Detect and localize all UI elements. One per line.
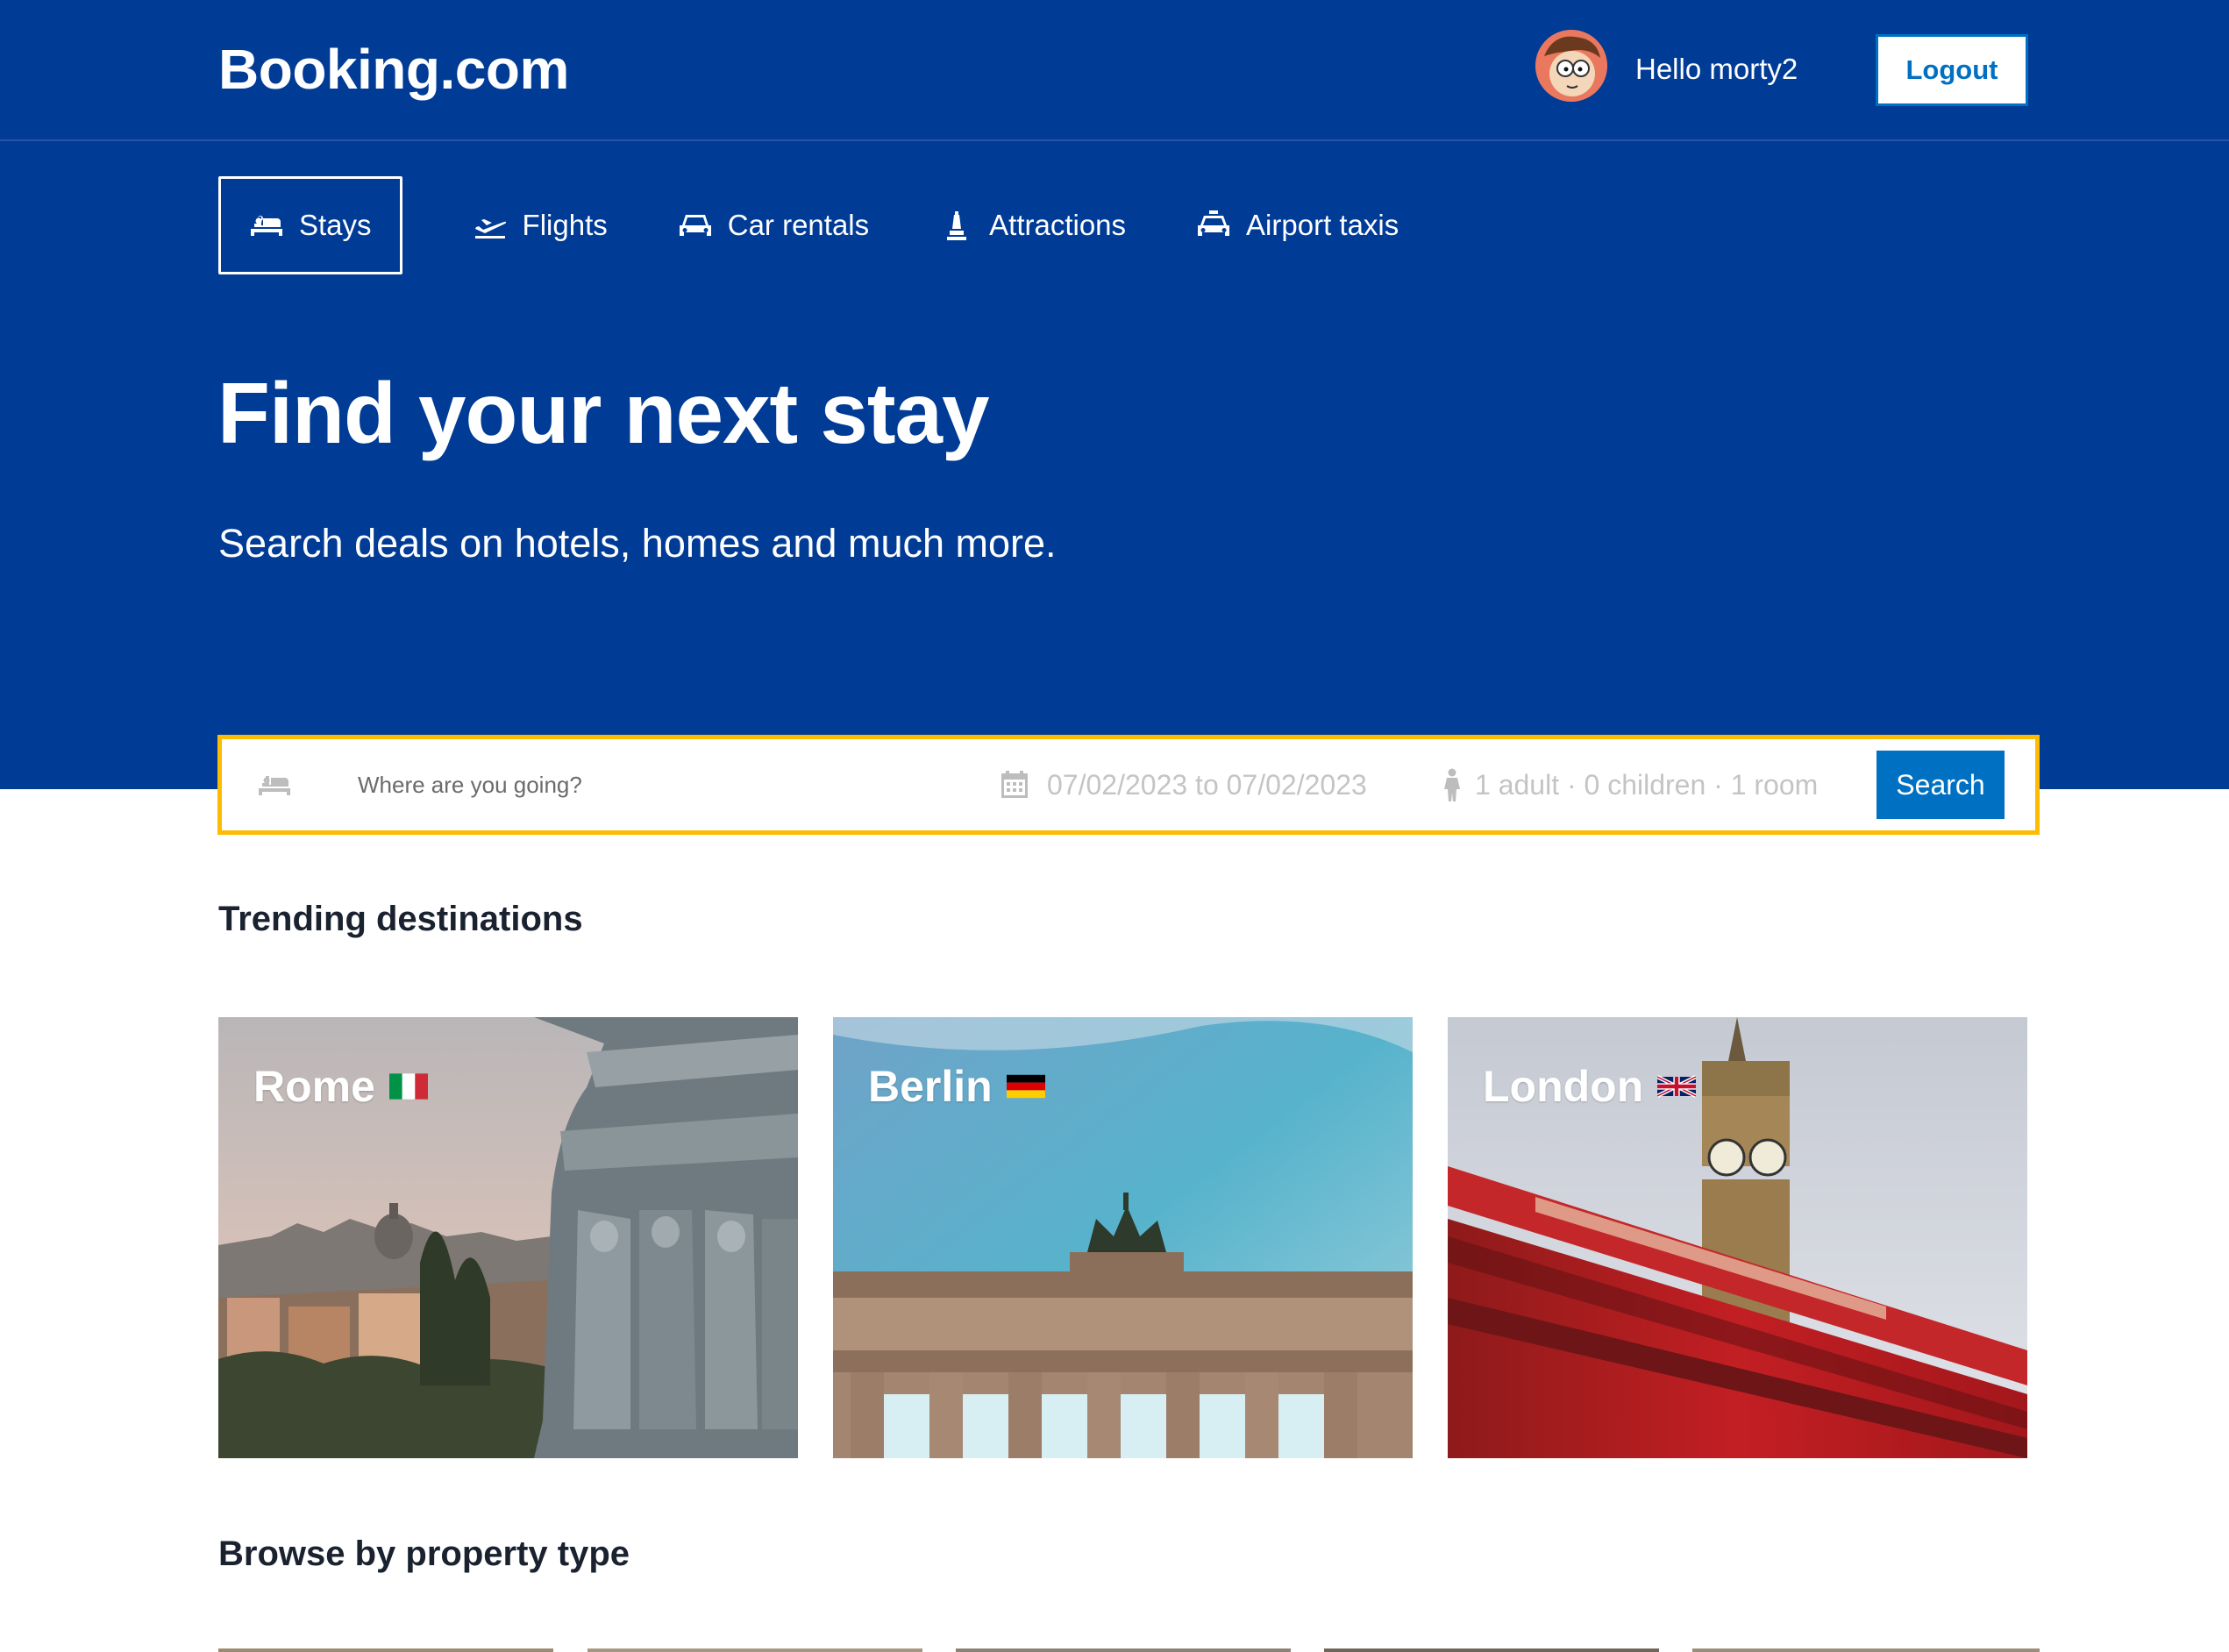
tab-label: Stays bbox=[299, 209, 372, 241]
top-bar: Booking.com Hello morty2 Logout bbox=[0, 0, 2229, 141]
destination-card-berlin[interactable]: Berlin bbox=[833, 1017, 1413, 1458]
browse-property-title: Browse by property type bbox=[218, 1535, 630, 1573]
italy-flag-icon bbox=[388, 1073, 428, 1100]
bed-icon bbox=[259, 774, 290, 795]
property-card-edge[interactable] bbox=[218, 1648, 553, 1652]
page-title: Find your next stay bbox=[217, 365, 990, 461]
hero-banner: Booking.com Hello morty2 Logout Stays Fl… bbox=[0, 0, 2229, 789]
destination-label: Berlin bbox=[868, 1061, 1045, 1112]
germany-flag-icon bbox=[1006, 1074, 1045, 1099]
destination-card-london[interactable]: London bbox=[1448, 1017, 2027, 1458]
guests-field[interactable]: 1 adult · 0 children · 1 room bbox=[1475, 769, 1818, 801]
tab-flights[interactable]: Flights bbox=[473, 176, 608, 274]
destination-input[interactable] bbox=[358, 758, 954, 811]
tab-attractions[interactable]: Attractions bbox=[939, 176, 1126, 274]
product-nav: Stays Flights Car rentals Attractions Ai… bbox=[218, 176, 1399, 274]
tab-label: Airport taxis bbox=[1246, 209, 1399, 241]
trending-title: Trending destinations bbox=[218, 900, 583, 938]
tab-airport-taxis[interactable]: Airport taxis bbox=[1196, 176, 1399, 274]
date-range-field[interactable]: 07/02/2023 to 07/02/2023 bbox=[1047, 769, 1367, 801]
city-name: London bbox=[1483, 1062, 1644, 1111]
search-bar: 07/02/2023 to 07/02/2023 1 adult · 0 chi… bbox=[217, 735, 2040, 835]
search-bar-inner: 07/02/2023 to 07/02/2023 1 adult · 0 chi… bbox=[222, 739, 2035, 830]
uk-flag-icon bbox=[1657, 1075, 1697, 1098]
person-icon bbox=[1444, 768, 1460, 801]
city-name: Berlin bbox=[868, 1062, 993, 1111]
avatar[interactable] bbox=[1535, 30, 1607, 102]
city-name: Rome bbox=[253, 1062, 375, 1111]
plane-icon bbox=[474, 219, 506, 239]
destination-label: London bbox=[1483, 1061, 1697, 1112]
attraction-icon bbox=[947, 211, 967, 240]
logo[interactable]: Booking.com bbox=[218, 37, 569, 102]
avatar-image bbox=[1535, 30, 1607, 102]
destination-label: Rome bbox=[253, 1061, 428, 1112]
calendar-icon bbox=[1001, 771, 1028, 798]
page-subtitle: Search deals on hotels, homes and much m… bbox=[218, 521, 1057, 566]
bed-icon bbox=[251, 215, 282, 236]
property-card-edge[interactable] bbox=[588, 1648, 922, 1652]
tab-label: Flights bbox=[522, 209, 608, 241]
tab-stays[interactable]: Stays bbox=[218, 176, 402, 274]
search-button[interactable]: Search bbox=[1876, 751, 2005, 819]
property-card-edge[interactable] bbox=[1692, 1648, 2040, 1652]
tab-label: Car rentals bbox=[727, 209, 870, 241]
destination-card-rome[interactable]: Rome bbox=[218, 1017, 798, 1458]
page: Booking.com Hello morty2 Logout Stays Fl… bbox=[0, 0, 2229, 1652]
user-greeting: Hello morty2 bbox=[1635, 53, 1798, 85]
tab-label: Attractions bbox=[989, 209, 1127, 241]
property-card-edge[interactable] bbox=[956, 1648, 1291, 1652]
logout-button[interactable]: Logout bbox=[1876, 34, 2028, 106]
taxi-icon bbox=[1198, 210, 1230, 236]
property-card-edge[interactable] bbox=[1324, 1648, 1659, 1652]
tab-car-rentals[interactable]: Car rentals bbox=[678, 176, 869, 274]
car-icon bbox=[679, 215, 711, 236]
